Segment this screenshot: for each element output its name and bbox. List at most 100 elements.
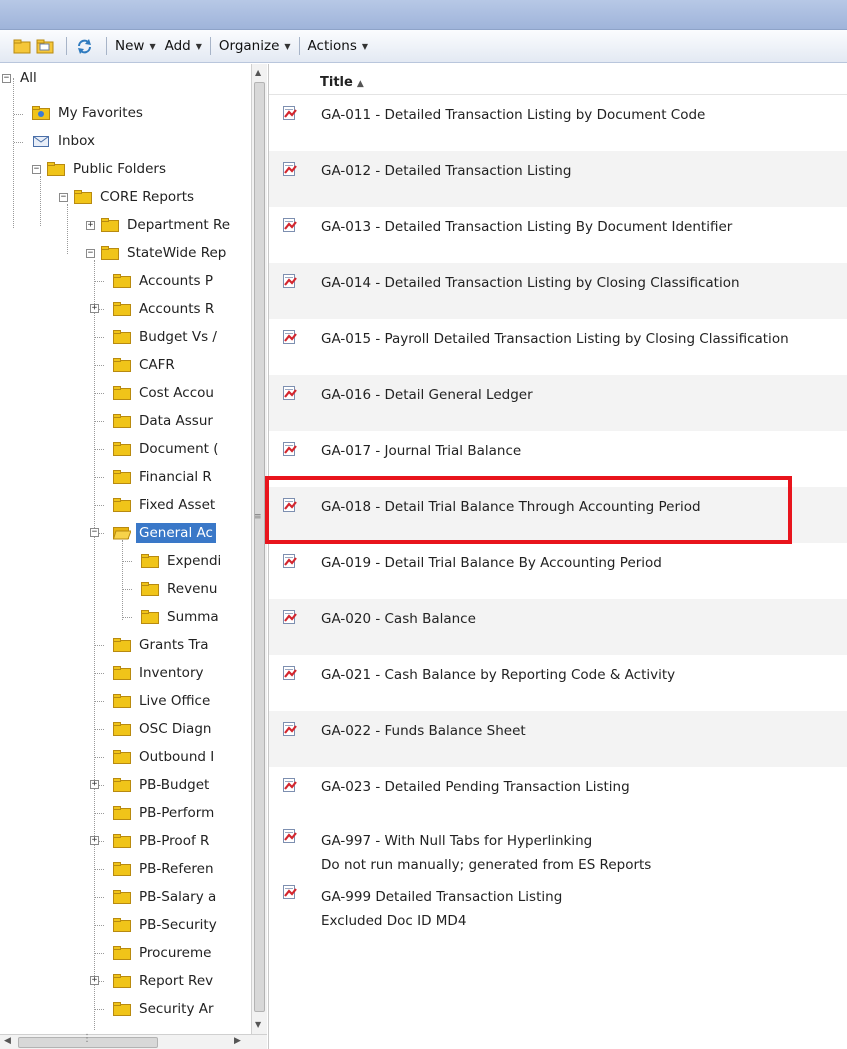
tree-vertical-scrollbar[interactable]: ▲ ▼ (251, 64, 267, 1034)
tree-node-all[interactable]: − All (2, 64, 40, 92)
report-row[interactable]: GA-023 - Detailed Pending Transaction Li… (269, 767, 847, 823)
scrollbar-thumb[interactable] (254, 82, 265, 1012)
report-row[interactable]: GA-014 - Detailed Transaction Listing by… (269, 263, 847, 319)
tree-node-my-favorites[interactable]: My Favorites (32, 99, 146, 127)
tree-node-outbound-i[interactable]: Outbound I (113, 743, 217, 771)
expand-icon[interactable]: + (90, 780, 99, 789)
tree-node-financial-r[interactable]: Financial R (113, 463, 215, 491)
report-row[interactable]: GA-019 - Detail Trial Balance By Account… (269, 543, 847, 599)
report-row[interactable]: GA-011 - Detailed Transaction Listing by… (269, 95, 847, 151)
new-menu[interactable]: New ▼ (115, 38, 156, 54)
folder-icon (113, 666, 131, 680)
tree-node-accounts-p[interactable]: Accounts P (113, 267, 216, 295)
tree-node-budget-vs[interactable]: Budget Vs / (113, 323, 220, 351)
refresh-icon[interactable] (75, 38, 94, 55)
tree-node-pb-budget[interactable]: + PB-Budget (90, 771, 212, 799)
collapse-icon[interactable]: − (86, 248, 95, 258)
tree-node-report-rev[interactable]: + Report Rev (90, 967, 216, 995)
tree-node-revenu[interactable]: Revenu (141, 575, 221, 603)
add-menu[interactable]: Add ▼ (165, 38, 202, 54)
toolbar: New ▼ Add ▼ Organize ▼ Actions ▼ (0, 30, 847, 63)
collapse-icon[interactable]: − (90, 528, 99, 537)
scroll-right-arrow-icon[interactable]: ▶ (234, 1036, 241, 1046)
expand-icon[interactable]: + (86, 220, 95, 230)
actions-menu[interactable]: Actions ▼ (308, 38, 368, 54)
report-row[interactable]: GA-016 - Detail General Ledger (269, 375, 847, 431)
tree-node-pb-security[interactable]: PB-Security (113, 911, 220, 939)
tree-node-grants-tra[interactable]: Grants Tra (113, 631, 212, 659)
list-header[interactable]: Title ▲ (269, 64, 847, 95)
tree-node-fixed-asset[interactable]: Fixed Asset (113, 491, 218, 519)
report-title-link[interactable]: GA-011 - Detailed Transaction Listing by… (321, 107, 705, 123)
tree-node-cost-accou[interactable]: Cost Accou (113, 379, 217, 407)
tree-node-osc-diagn[interactable]: OSC Diagn (113, 715, 214, 743)
tree-line (95, 897, 104, 898)
tree-node-pb-referen[interactable]: PB-Referen (113, 855, 217, 883)
scroll-up-arrow-icon[interactable]: ▲ (255, 68, 261, 77)
report-row[interactable]: GA-020 - Cash Balance (269, 599, 847, 655)
expand-icon[interactable]: + (90, 976, 99, 985)
tree-node-summa[interactable]: Summa (141, 603, 222, 631)
tree-node-accounts-r[interactable]: + Accounts R (90, 295, 217, 323)
tree-node-data-assur[interactable]: Data Assur (113, 407, 216, 435)
report-row[interactable]: GA-017 - Journal Trial Balance (269, 431, 847, 487)
tree-line (95, 365, 104, 366)
tree-node-label: Report Rev (139, 973, 214, 989)
scroll-left-arrow-icon[interactable]: ◀ (4, 1036, 11, 1046)
tree-node-procureme[interactable]: Procureme (113, 939, 214, 967)
tree-node-statewide-reports[interactable]: − StateWide Rep (86, 239, 229, 267)
report-row[interactable]: GA-015 - Payroll Detailed Transaction Li… (269, 319, 847, 375)
tree-node-department-reports[interactable]: + Department Re (86, 211, 233, 239)
expand-icon[interactable]: + (90, 304, 99, 313)
expand-icon[interactable]: + (90, 836, 99, 845)
report-title-link[interactable]: GA-015 - Payroll Detailed Transaction Li… (321, 331, 789, 347)
report-title-link[interactable]: GA-022 - Funds Balance Sheet (321, 723, 526, 739)
tree-node-security-ar[interactable]: Security Ar (113, 995, 217, 1023)
folder-view-icon[interactable] (12, 38, 31, 55)
tree-node-public-folders[interactable]: − Public Folders (32, 155, 169, 183)
toolbar-separator (66, 37, 67, 55)
folder-icon (101, 218, 119, 232)
report-title-link[interactable]: GA-021 - Cash Balance by Reporting Code … (321, 667, 675, 683)
tree-node-live-office[interactable]: Live Office (113, 687, 213, 715)
report-title-link[interactable]: GA-017 - Journal Trial Balance (321, 443, 521, 459)
report-row[interactable]: GA-997 - With Null Tabs for Hyperlinking… (269, 823, 847, 879)
tree-node-general-ac[interactable]: − General Ac (90, 519, 216, 547)
collapse-icon[interactable]: − (2, 73, 11, 83)
report-row[interactable]: GA-013 - Detailed Transaction Listing By… (269, 207, 847, 263)
report-title-link[interactable]: GA-014 - Detailed Transaction Listing by… (321, 275, 740, 291)
tree-node-cafr[interactable]: CAFR (113, 351, 178, 379)
tree-node-pb-perform[interactable]: PB-Perform (113, 799, 217, 827)
report-title-link[interactable]: GA-020 - Cash Balance (321, 611, 476, 627)
report-row[interactable]: GA-012 - Detailed Transaction Listing (269, 151, 847, 207)
tree-node-expendi[interactable]: Expendi (141, 547, 224, 575)
tree-node-label: Expendi (167, 553, 222, 569)
report-title-link[interactable]: GA-023 - Detailed Pending Transaction Li… (321, 779, 630, 795)
tree-node-label: Cost Accou (139, 385, 214, 401)
tree-node-inbox[interactable]: Inbox (32, 127, 98, 155)
scroll-down-arrow-icon[interactable]: ▼ (255, 1020, 261, 1029)
tree-node-pb-salary-a[interactable]: PB-Salary a (113, 883, 219, 911)
report-row[interactable]: GA-018 - Detail Trial Balance Through Ac… (269, 487, 847, 543)
report-row[interactable]: GA-999 Detailed Transaction Listing Exclu… (269, 879, 847, 935)
report-row[interactable]: GA-022 - Funds Balance Sheet (269, 711, 847, 767)
tree-horizontal-scrollbar[interactable]: ◀ ⋮ ▶ (0, 1033, 267, 1049)
tree-node-inventory[interactable]: Inventory (113, 659, 206, 687)
report-title-link[interactable]: GA-013 - Detailed Transaction Listing By… (321, 219, 732, 235)
report-row[interactable]: GA-021 - Cash Balance by Reporting Code … (269, 655, 847, 711)
report-title-link[interactable]: GA-012 - Detailed Transaction Listing (321, 163, 571, 179)
report-title-link[interactable]: GA-997 - With Null Tabs for Hyperlinking (321, 833, 592, 849)
title-column-header[interactable]: Title ▲ (320, 75, 364, 90)
tree-node-core-reports[interactable]: − CORE Reports (59, 183, 197, 211)
tree-node-document[interactable]: Document ( (113, 435, 222, 463)
tree-node-pb-proof-r[interactable]: + PB-Proof R (90, 827, 212, 855)
collapse-icon[interactable]: − (59, 192, 68, 202)
splitter-grip-icon[interactable]: ≡ (254, 512, 261, 522)
report-title-link[interactable]: GA-018 - Detail Trial Balance Through Ac… (321, 499, 701, 515)
organize-menu[interactable]: Organize ▼ (219, 38, 291, 54)
report-title-link[interactable]: GA-999 Detailed Transaction Listing (321, 889, 562, 905)
report-title-link[interactable]: GA-019 - Detail Trial Balance By Account… (321, 555, 662, 571)
folder-browse-icon[interactable] (35, 38, 54, 55)
report-title-link[interactable]: GA-016 - Detail General Ledger (321, 387, 533, 403)
collapse-icon[interactable]: − (32, 164, 41, 174)
